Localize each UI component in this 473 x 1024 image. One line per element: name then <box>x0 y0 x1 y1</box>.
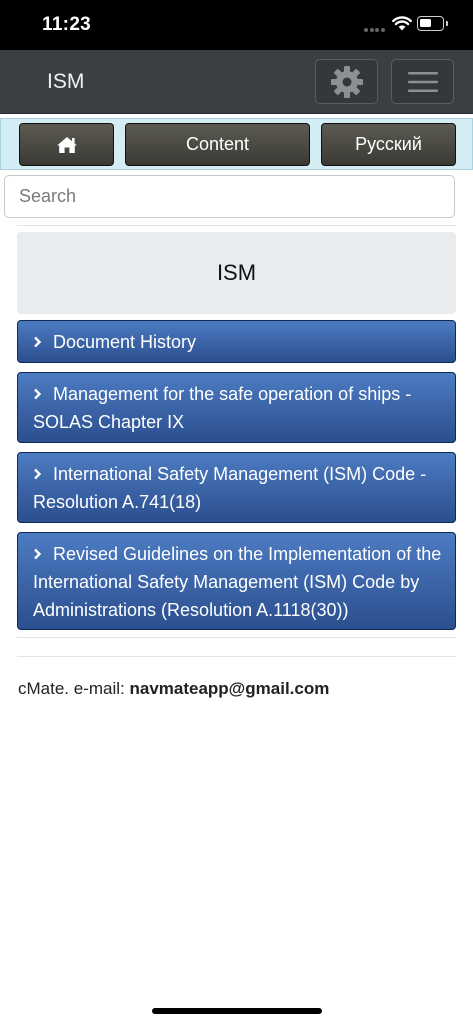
search-input[interactable] <box>4 175 455 218</box>
revised-guidelines-item[interactable]: Revised Guidelines on the Implementation… <box>17 532 456 630</box>
status-time: 11:23 <box>42 14 92 35</box>
divider <box>17 637 456 638</box>
toolbar: Content Русский <box>0 118 473 170</box>
footer-email-link[interactable]: navmateapp@gmail.com <box>129 679 329 698</box>
status-bar: 11:23 <box>0 0 473 50</box>
footer-prefix: cMate. e-mail: <box>18 679 130 698</box>
menu-button[interactable] <box>391 59 454 104</box>
divider <box>17 656 456 657</box>
settings-button[interactable] <box>315 59 378 104</box>
list-item-label: International Safety Management (ISM) Co… <box>33 464 427 512</box>
solas-chapter-ix-item[interactable]: Management for the safe operation of shi… <box>17 372 456 443</box>
footer-contact: cMate. e-mail: navmateapp@gmail.com <box>18 679 329 699</box>
list-item-label: Management for the safe operation of shi… <box>33 384 412 432</box>
divider <box>17 225 456 226</box>
chevron-right-icon <box>33 382 53 410</box>
page-title: ISM <box>17 232 456 314</box>
chevron-right-icon <box>33 462 53 490</box>
battery-icon <box>417 16 448 31</box>
home-indicator <box>152 1008 322 1014</box>
cellular-signal-icon <box>364 28 386 32</box>
language-button[interactable]: Русский <box>321 123 456 166</box>
navbar: ISM <box>0 50 473 114</box>
app-title[interactable]: ISM <box>47 70 84 94</box>
wifi-icon <box>392 16 412 36</box>
home-button[interactable] <box>19 123 114 166</box>
content-button[interactable]: Content <box>125 123 310 166</box>
list-item-label: Revised Guidelines on the Implementation… <box>33 544 442 620</box>
list-item-label: Document History <box>53 332 197 352</box>
chevron-right-icon <box>33 542 53 570</box>
ism-code-item[interactable]: International Safety Management (ISM) Co… <box>17 452 456 523</box>
document-history-item[interactable]: Document History <box>17 320 456 363</box>
chevron-right-icon <box>33 330 53 358</box>
